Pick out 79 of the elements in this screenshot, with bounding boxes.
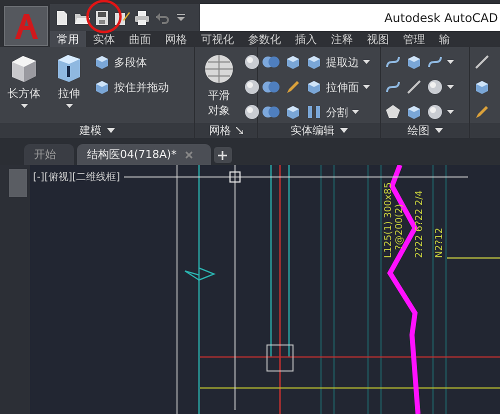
ribbon-button[interactable]: 多段体 xyxy=(93,51,170,73)
cube-icon xyxy=(94,54,110,70)
cube-icon xyxy=(306,79,322,95)
window-title: Autodesk AutoCAD xyxy=(384,10,498,24)
panel-title: 网格 xyxy=(209,123,231,138)
logo-icon xyxy=(13,12,39,40)
drawing-annotation: N2?12 xyxy=(434,228,445,258)
curve-icon xyxy=(385,54,401,70)
rings-icon xyxy=(262,105,280,119)
sphere-icon xyxy=(244,54,260,70)
rings-icon xyxy=(262,55,280,69)
ribbon-button[interactable]: 提取边 xyxy=(305,51,371,73)
cube-icon xyxy=(406,104,422,120)
ribbon-tab[interactable]: 视图 xyxy=(360,31,396,47)
ribbon-tab[interactable]: 插入 xyxy=(288,31,324,47)
sphere-icon xyxy=(427,79,443,95)
caret-icon[interactable] xyxy=(106,128,114,133)
file-tab[interactable]: 结构医04(718A)* xyxy=(77,144,211,165)
drawing-annotation: L125(1) 300x85 xyxy=(383,182,394,258)
ribbon-tab[interactable]: 可视化 xyxy=(194,31,241,47)
sphere-icon xyxy=(244,79,260,95)
sphere-icon xyxy=(244,104,260,120)
ribbon-tab[interactable]: 常用 xyxy=(50,31,86,47)
pencil-icon xyxy=(474,104,490,120)
new-tab-button[interactable] xyxy=(214,147,232,163)
ribbon-button[interactable]: 平滑对象 xyxy=(198,51,240,120)
caret-icon xyxy=(447,110,454,114)
cube-icon xyxy=(474,79,490,95)
sphere-icon xyxy=(203,53,235,85)
drawing-annotation: ?@200(2) xyxy=(394,204,405,250)
cube-icon xyxy=(285,54,301,70)
caret-icon[interactable] xyxy=(340,128,348,133)
caret-icon xyxy=(20,104,28,109)
ribbon-button[interactable]: 按住并拖动 xyxy=(93,76,170,98)
plus-icon xyxy=(218,150,228,160)
ribbon-tab[interactable]: 参数化 xyxy=(241,31,288,47)
ribbon-tab[interactable]: 输 xyxy=(432,31,457,47)
viewport-label[interactable]: [-][俯视][二维线框] xyxy=(33,170,120,184)
ribbon-button[interactable]: 拉伸面 xyxy=(305,76,371,98)
printer-icon[interactable] xyxy=(134,10,150,26)
ribbon-tab[interactable]: 管理 xyxy=(396,31,432,47)
panel-title: 绘图 xyxy=(408,123,430,138)
caret-icon xyxy=(363,60,370,64)
cube-icon xyxy=(406,54,422,70)
ribbon-tab[interactable]: 注释 xyxy=(324,31,360,47)
line-icon xyxy=(474,54,490,70)
caret-icon xyxy=(66,104,72,109)
new-file-icon[interactable] xyxy=(54,10,70,26)
panel-title: 建模 xyxy=(80,123,102,138)
line-icon xyxy=(406,79,422,95)
cube-icon xyxy=(9,53,39,83)
caret-icon[interactable] xyxy=(434,128,442,133)
ribbon-button[interactable]: 长方体 xyxy=(3,51,45,111)
ribbon-button[interactable]: 拉伸 xyxy=(48,51,90,111)
panel-title: 实体编辑 xyxy=(290,123,334,138)
save-as-icon[interactable] xyxy=(114,10,130,26)
caret-icon xyxy=(447,60,454,64)
curve-icon xyxy=(427,54,443,70)
cube-icon xyxy=(94,79,110,95)
rings-icon xyxy=(262,80,280,94)
ribbon-button[interactable]: 分割 xyxy=(305,101,371,123)
curve-icon xyxy=(385,79,401,95)
save-icon[interactable] xyxy=(94,10,110,26)
scroll-handle[interactable] xyxy=(9,169,27,197)
file-tab[interactable]: 开始 xyxy=(24,144,74,165)
cube-icon xyxy=(285,104,301,120)
sphere-icon xyxy=(427,104,443,120)
caret-icon xyxy=(363,84,370,90)
dialog-launcher-icon[interactable] xyxy=(236,127,243,134)
drawing-annotation: 2?22 6?22 2/4 xyxy=(414,190,425,258)
ribbon-tab[interactable]: 网格 xyxy=(158,31,194,47)
ribbon-tab[interactable]: 曲面 xyxy=(122,31,158,47)
caret-icon xyxy=(352,110,359,114)
pentagon-icon xyxy=(385,104,401,120)
cube-icon xyxy=(306,54,322,70)
caret-icon xyxy=(447,84,454,90)
ribbon-tab[interactable]: 实体 xyxy=(86,31,122,47)
pencil-icon xyxy=(285,79,301,95)
split-icon xyxy=(306,104,322,120)
